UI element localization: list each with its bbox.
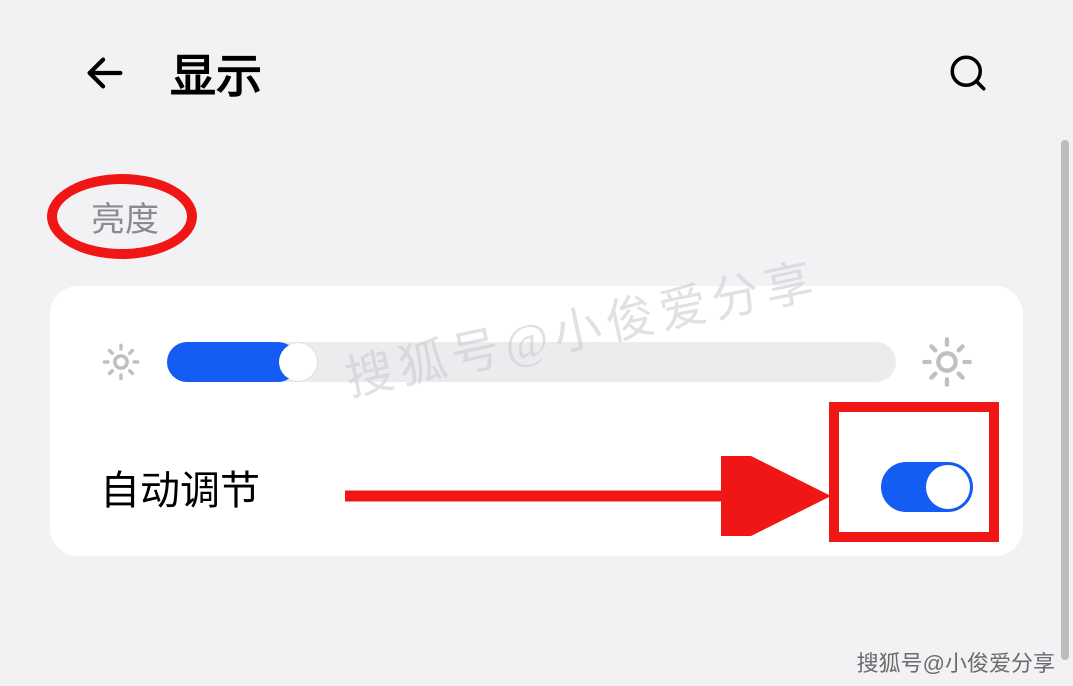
search-icon[interactable]: [943, 48, 993, 98]
auto-brightness-toggle[interactable]: [881, 462, 973, 512]
scrollbar[interactable]: [1061, 140, 1069, 660]
watermark-footer: 搜狐号@小俊爱分享: [857, 646, 1055, 678]
section-label-brightness: 亮度: [91, 192, 159, 241]
slider-thumb[interactable]: [279, 343, 317, 381]
page-title: 显示: [170, 40, 262, 106]
auto-brightness-row: 自动调节: [100, 458, 973, 516]
header-bar: 显示: [0, 0, 1073, 136]
brightness-low-icon: [100, 341, 142, 383]
brightness-high-icon: [921, 336, 973, 388]
brightness-slider-row: [100, 336, 973, 388]
section-label-wrap: 亮度: [55, 176, 195, 256]
back-icon[interactable]: [80, 48, 130, 98]
auto-brightness-label: 自动调节: [100, 458, 260, 516]
toggle-knob: [926, 465, 970, 509]
brightness-card: 自动调节: [50, 286, 1023, 556]
brightness-slider[interactable]: [167, 342, 896, 382]
